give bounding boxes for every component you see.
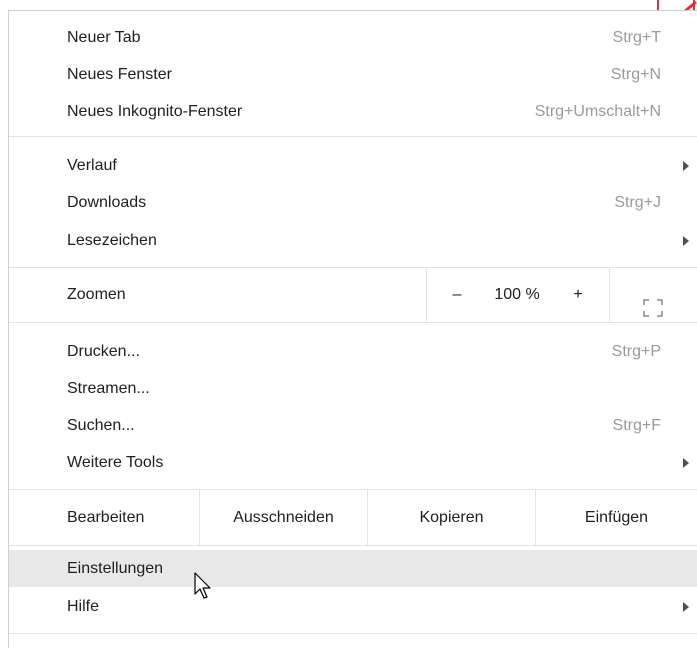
menu-item-shortcut: Strg+P	[611, 343, 661, 360]
chrome-main-menu: Neuer Tab Strg+T Neues Fenster Strg+N Ne…	[8, 10, 697, 648]
zoom-divider	[426, 268, 427, 322]
menu-item-shortcut: Strg+Umschalt+N	[534, 103, 661, 120]
menu-item-label: Hilfe	[67, 598, 100, 615]
submenu-arrow-icon	[683, 602, 689, 612]
menu-item-new-window[interactable]: Neues Fenster Strg+N	[9, 56, 697, 93]
menu-separator	[9, 633, 697, 634]
submenu-arrow-icon	[683, 161, 689, 171]
menu-item-shortcut: Strg+J	[614, 194, 661, 211]
menu-edit-row: Bearbeiten Ausschneiden Kopieren Einfüge…	[9, 490, 697, 545]
fullscreen-icon[interactable]	[643, 286, 663, 317]
menu-item-label: Lesezeichen	[67, 232, 157, 249]
menu-separator	[9, 545, 697, 546]
menu-item-label: Suchen...	[67, 417, 135, 434]
menu-item-shortcut: Strg+T	[612, 29, 661, 46]
submenu-arrow-icon	[683, 236, 689, 246]
menu-item-find[interactable]: Suchen... Strg+F	[9, 407, 697, 444]
menu-item-new-incognito-window[interactable]: Neues Inkognito-Fenster Strg+Umschalt+N	[9, 93, 697, 130]
zoom-out-button[interactable]: –	[441, 268, 473, 322]
cut-button[interactable]: Ausschneiden	[199, 490, 367, 545]
zoom-label: Zoomen	[67, 286, 126, 303]
menu-item-label: Neuer Tab	[67, 29, 141, 46]
zoom-level-value: 100 %	[494, 286, 540, 303]
menu-separator	[9, 136, 697, 137]
mouse-cursor-icon	[194, 572, 214, 602]
copy-button[interactable]: Kopieren	[367, 490, 535, 545]
edit-label: Bearbeiten	[67, 509, 145, 526]
menu-item-history[interactable]: Verlauf	[9, 147, 697, 184]
zoom-divider	[609, 268, 610, 322]
menu-item-new-tab[interactable]: Neuer Tab Strg+T	[9, 19, 697, 56]
menu-item-label: Weitere Tools	[67, 454, 164, 471]
zoom-in-button[interactable]: +	[563, 268, 593, 322]
menu-item-shortcut: Strg+F	[612, 417, 661, 434]
menu-item-help[interactable]: Hilfe	[9, 588, 697, 625]
menu-item-label: Neues Fenster	[67, 66, 172, 83]
menu-item-more-tools[interactable]: Weitere Tools	[9, 444, 697, 481]
menu-item-label: Neues Inkognito-Fenster	[67, 103, 243, 120]
menu-item-shortcut: Strg+N	[610, 66, 661, 83]
menu-item-label: Verlauf	[67, 157, 117, 174]
menu-separator	[9, 322, 697, 323]
menu-item-downloads[interactable]: Downloads Strg+J	[9, 184, 697, 221]
submenu-arrow-icon	[683, 458, 689, 468]
menu-item-settings[interactable]: Einstellungen	[9, 550, 697, 587]
menu-item-cast[interactable]: Streamen...	[9, 370, 697, 407]
menu-item-label: Einstellungen	[67, 560, 164, 577]
menu-item-label: Downloads	[67, 194, 147, 211]
menu-item-bookmarks[interactable]: Lesezeichen	[9, 222, 697, 259]
menu-item-label: Streamen...	[67, 380, 150, 397]
menu-item-print[interactable]: Drucken... Strg+P	[9, 333, 697, 370]
paste-button[interactable]: Einfügen	[535, 490, 697, 545]
menu-item-zoom: Zoomen – 100 % +	[9, 268, 697, 322]
menu-item-label: Drucken...	[67, 343, 140, 360]
